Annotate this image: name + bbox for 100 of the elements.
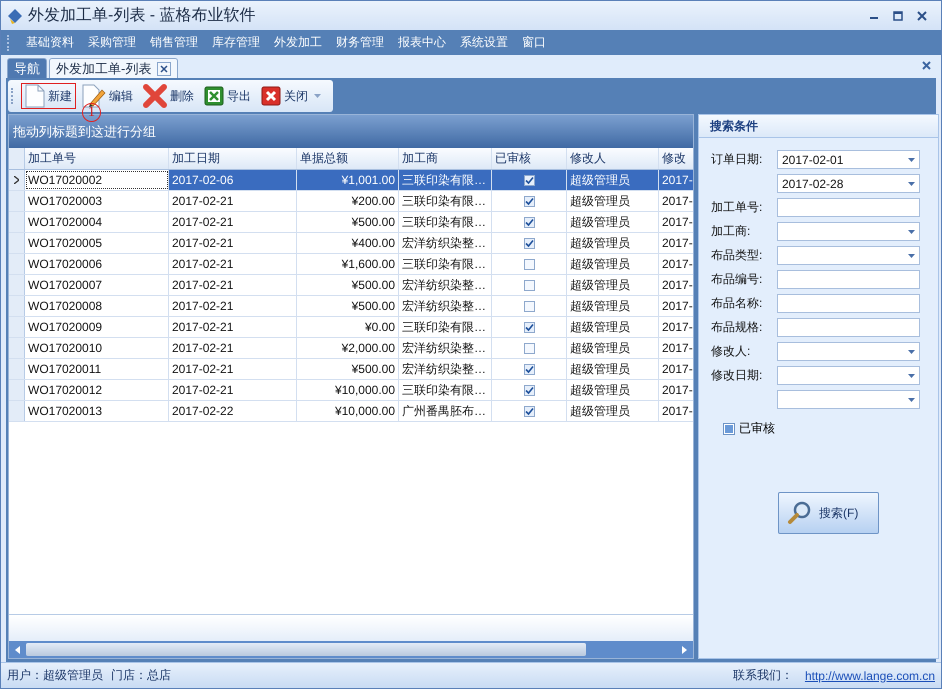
column-header[interactable]: 单据总额 <box>297 148 399 169</box>
table-cell: 宏洋纺织染整… <box>399 359 492 379</box>
row-indicator <box>9 233 25 253</box>
dropdown-field[interactable] <box>777 246 920 265</box>
table-cell: 宏洋纺织染整… <box>399 338 492 358</box>
field-label: 布品类型: <box>711 247 764 264</box>
toolbar-button[interactable]: 关闭 <box>257 83 312 109</box>
table-cell: 超级管理员 <box>567 170 659 190</box>
checkbox[interactable] <box>524 384 534 396</box>
dropdown-field[interactable]: 2017-02-01 <box>777 150 920 169</box>
column-header[interactable]: 已审核 <box>492 148 567 169</box>
table-cell: ¥200.00 <box>297 191 399 211</box>
app-logo-icon <box>6 6 24 24</box>
window-title: 外发加工单-列表 - 蓝格布业软件 <box>28 6 256 26</box>
contact-label: 联系我们： <box>732 667 793 684</box>
column-header[interactable]: 修改 <box>659 148 693 169</box>
menu-item[interactable]: 销售管理 <box>143 34 205 51</box>
menu-item[interactable]: 库存管理 <box>205 34 267 51</box>
dropdown-arrow-icon[interactable] <box>908 374 915 378</box>
checkbox[interactable] <box>524 300 534 312</box>
table-cell-text: 2017- <box>661 382 693 399</box>
checkbox[interactable] <box>524 280 534 290</box>
checkbox[interactable] <box>524 216 534 228</box>
close-icon[interactable] <box>917 10 927 20</box>
dropdown-arrow-icon[interactable] <box>908 182 915 186</box>
close-document-icon[interactable] <box>922 61 931 70</box>
checkbox[interactable] <box>723 422 735 434</box>
toolbar-button[interactable]: 删除 <box>139 83 198 109</box>
table-cell-text: 2017- <box>661 361 693 378</box>
scroll-left-icon[interactable] <box>15 646 20 654</box>
menu-item[interactable]: 报表中心 <box>391 34 453 51</box>
checkbox[interactable] <box>524 406 534 416</box>
website-link[interactable]: http://www.lange.com.cn <box>804 668 935 682</box>
table-cell: WO17020010 <box>25 338 169 358</box>
table-cell: WO17020012 <box>25 380 169 400</box>
table-cell: ¥10,000.00 <box>297 380 399 400</box>
scrollbar-thumb[interactable] <box>26 643 586 656</box>
table-cell: 超级管理员 <box>567 338 659 358</box>
dropdown-field[interactable] <box>777 222 920 241</box>
horizontal-scrollbar[interactable] <box>9 641 693 658</box>
dropdown-arrow-icon[interactable] <box>908 398 915 402</box>
checkbox[interactable] <box>524 364 534 374</box>
dropdown-field[interactable] <box>777 342 920 361</box>
checkbox[interactable] <box>524 342 534 354</box>
input-field[interactable] <box>777 294 920 313</box>
table-cell: 超级管理员 <box>567 254 659 274</box>
checkbox[interactable] <box>524 258 534 270</box>
dropdown-arrow-icon[interactable] <box>908 230 915 234</box>
menu-item[interactable]: 基础资料 <box>19 34 81 51</box>
field-label: 布品规格: <box>711 319 764 336</box>
field-label: 布品名称: <box>711 295 764 312</box>
table-cell: 超级管理员 <box>567 212 659 232</box>
tab[interactable]: 外发加工单-列表 <box>49 58 178 78</box>
checkbox[interactable] <box>524 238 534 248</box>
dropdown-field[interactable]: 2017-02-28 <box>777 174 920 193</box>
menu-item[interactable]: 系统设置 <box>453 34 515 51</box>
column-header[interactable]: 修改人 <box>567 148 659 169</box>
dropdown-arrow-icon[interactable] <box>908 158 915 162</box>
status-store: 门店：总店 <box>111 667 171 684</box>
table-cell: 2017-02-06 <box>169 170 297 190</box>
tab[interactable]: 导航 <box>7 58 47 78</box>
table-cell: 三联印染有限… <box>399 191 492 211</box>
menu-item[interactable]: 外发加工 <box>267 34 329 51</box>
dropdown-field[interactable] <box>777 390 920 409</box>
scroll-right-icon[interactable] <box>682 646 687 654</box>
dropdown-arrow-icon[interactable] <box>908 350 915 354</box>
row-indicator <box>9 212 25 232</box>
column-header[interactable]: 加工商 <box>399 148 492 169</box>
input-field[interactable] <box>777 318 920 337</box>
menu-item[interactable]: 财务管理 <box>329 34 391 51</box>
table-cell: ¥1,600.00 <box>297 254 399 274</box>
toolbar-button[interactable]: 新建 <box>21 83 76 109</box>
table-cell: ¥500.00 <box>297 359 399 379</box>
table-cell: 三联印染有限… <box>399 212 492 232</box>
search-icon <box>787 500 813 526</box>
tab-close-icon[interactable] <box>157 62 172 76</box>
menu-item[interactable]: 窗口 <box>515 34 553 51</box>
checkbox[interactable] <box>524 174 534 186</box>
checkbox[interactable] <box>524 322 534 332</box>
input-field[interactable] <box>777 270 920 289</box>
menu-item[interactable]: 采购管理 <box>81 34 143 51</box>
table-cell: 2017-02-21 <box>169 212 297 232</box>
row-indicator <box>9 296 25 316</box>
table-cell: 2017-02-21 <box>169 338 297 358</box>
table-cell: WO17020006 <box>25 254 169 274</box>
input-field[interactable] <box>777 198 920 217</box>
column-header[interactable]: 加工单号 <box>25 148 169 169</box>
row-indicator <box>9 254 25 274</box>
table-cell-text: 2017- <box>661 214 693 231</box>
dropdown-field[interactable] <box>777 366 920 385</box>
checkbox[interactable] <box>524 196 534 206</box>
column-header[interactable]: 加工日期 <box>169 148 297 169</box>
checkbox-label: 已审核 <box>739 420 775 437</box>
search-button[interactable]: 搜索(F) <box>778 492 879 534</box>
table-cell: ¥10,000.00 <box>297 401 399 421</box>
maximize-icon[interactable] <box>893 10 903 20</box>
dropdown-arrow-icon[interactable] <box>908 254 915 258</box>
toolbar-button[interactable]: 导出 <box>200 83 255 109</box>
table-cell: 超级管理员 <box>567 380 659 400</box>
table-cell: WO17020004 <box>25 212 169 232</box>
